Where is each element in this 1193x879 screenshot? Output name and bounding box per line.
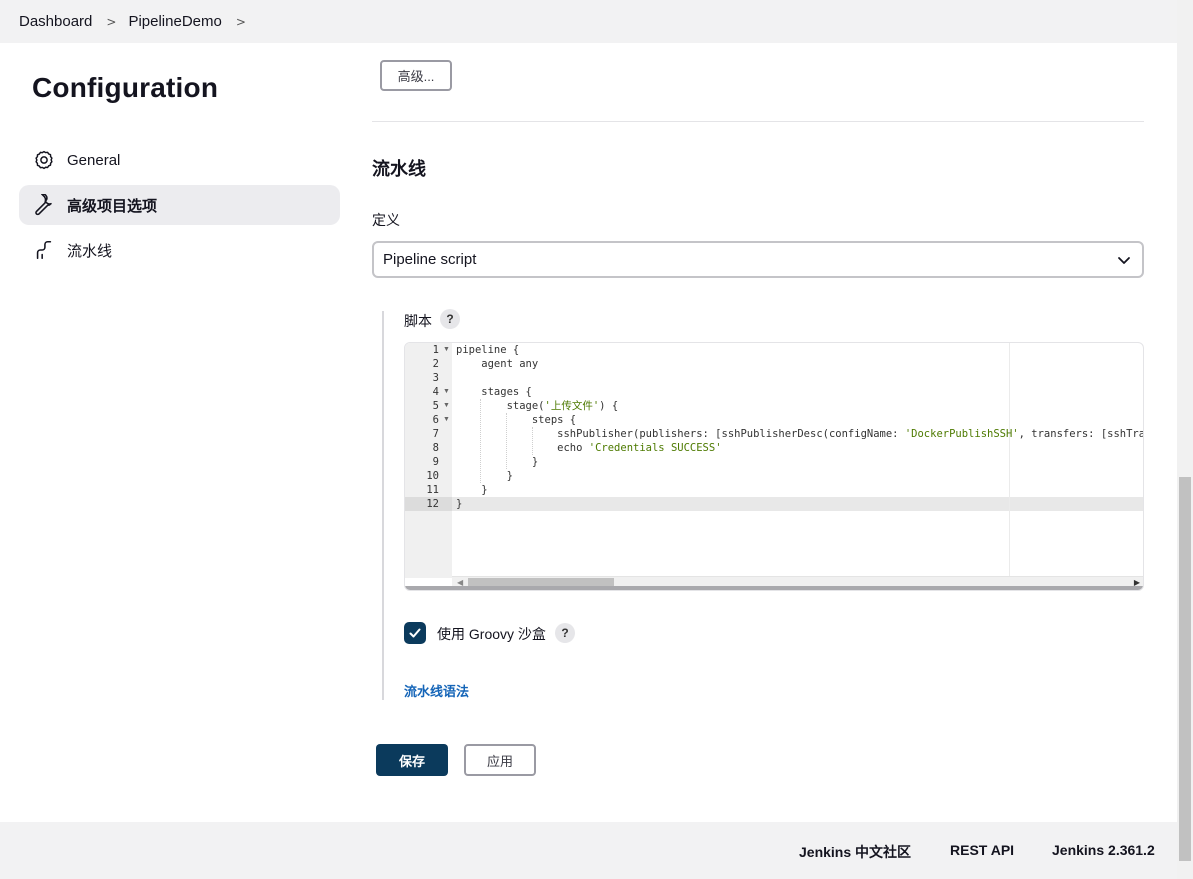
- page-title: Configuration: [32, 72, 219, 103]
- section-title-pipeline: 流水线: [372, 159, 426, 179]
- chevron-down-icon: [1118, 257, 1130, 264]
- print-margin: [1009, 343, 1010, 576]
- code-area[interactable]: pipeline { agent any stages { stage('上传文…: [452, 343, 1143, 578]
- editor-resize-handle[interactable]: [405, 586, 1143, 590]
- code-text: sshPublisher(publishers: [sshPublisherDe…: [456, 428, 905, 440]
- sidebar-item-label: 流水线: [67, 242, 113, 260]
- code-text: stage(: [456, 400, 545, 412]
- wrench-icon: [33, 194, 55, 216]
- breadcrumb-pipelinedemo[interactable]: PipelineDemo: [128, 13, 221, 30]
- chevron-right-icon[interactable]: >: [236, 15, 246, 29]
- definition-label: 定义: [372, 212, 400, 228]
- footer-version-link[interactable]: Jenkins 2.361.2: [1052, 842, 1155, 858]
- code-string: '上传文件': [544, 400, 600, 412]
- advanced-button[interactable]: 高级...: [380, 60, 452, 91]
- groovy-sandbox-label[interactable]: 使用 Groovy 沙盒: [437, 624, 546, 644]
- script-editor[interactable]: 1 2 3 4 5 6 7 8 9 10 11 12 ▼ ▼ ▼ ▼ pipel…: [404, 342, 1144, 591]
- code-line: sshPublisher(publishers: [sshPublisherDe…: [456, 427, 1143, 441]
- fold-arrow-icon[interactable]: ▼: [443, 413, 450, 427]
- code-line: stage('上传文件') {: [456, 399, 619, 413]
- line-number: 5: [432, 400, 439, 412]
- sidebar-item-label: 高级项目选项: [67, 197, 158, 215]
- help-icon[interactable]: ?: [440, 309, 460, 329]
- fold-arrow-icon[interactable]: ▼: [443, 385, 450, 399]
- pipeline-icon: [33, 239, 55, 261]
- sidebar-item-advanced-options[interactable]: 高级项目选项: [19, 185, 340, 225]
- breadcrumb: Dashboard > PipelineDemo >: [0, 0, 1177, 43]
- footer-rest-api-link[interactable]: REST API: [950, 842, 1014, 858]
- code-line: pipeline {: [456, 344, 520, 356]
- line-number: 7: [432, 428, 439, 440]
- line-number: 10: [426, 470, 439, 482]
- code-line: }: [456, 498, 463, 510]
- code-line: }: [456, 456, 539, 468]
- code-text: echo: [456, 442, 589, 454]
- groovy-sandbox-checkbox[interactable]: [404, 622, 426, 644]
- code-string: 'DockerPublishSSH': [904, 428, 1019, 440]
- line-number: 2: [432, 358, 439, 370]
- line-number: 4: [432, 386, 439, 398]
- line-number: 8: [432, 442, 439, 454]
- line-number: 6: [432, 414, 439, 426]
- apply-button[interactable]: 应用: [464, 744, 536, 776]
- code-line: agent any: [456, 358, 539, 370]
- code-line: }: [456, 470, 513, 482]
- code-line: steps {: [456, 414, 577, 426]
- code-line: stages {: [456, 386, 532, 398]
- line-number: 3: [432, 372, 439, 384]
- nested-section-bar: [382, 311, 384, 700]
- scrollbar-thumb[interactable]: [1179, 477, 1191, 861]
- definition-select-value: Pipeline script: [383, 251, 477, 268]
- help-icon[interactable]: ?: [555, 623, 575, 643]
- pipeline-syntax-link[interactable]: 流水线语法: [404, 681, 469, 700]
- section-divider: [372, 121, 1144, 122]
- code-line: }: [456, 484, 488, 496]
- breadcrumb-dashboard[interactable]: Dashboard: [19, 13, 92, 30]
- code-text: ) {: [599, 400, 619, 412]
- line-number: 9: [432, 456, 439, 468]
- gear-icon: [33, 149, 55, 171]
- sidebar-item-pipeline[interactable]: 流水线: [19, 230, 340, 270]
- footer: Jenkins 中文社区 REST API Jenkins 2.361.2: [0, 822, 1177, 879]
- fold-arrow-icon[interactable]: ▼: [443, 343, 450, 357]
- page-vertical-scrollbar[interactable]: [1177, 0, 1193, 879]
- footer-community-link[interactable]: Jenkins 中文社区: [799, 842, 911, 862]
- script-label: 脚本: [404, 313, 432, 329]
- line-number: 12: [426, 498, 439, 510]
- code-string: 'Credentials SUCCESS': [588, 442, 722, 454]
- code-text: , transfers: [sshTra: [1018, 428, 1143, 440]
- line-number: 11: [426, 484, 439, 496]
- sidebar-item-label: General: [67, 151, 121, 169]
- checkmark-icon: [409, 628, 421, 638]
- chevron-right-icon: >: [106, 14, 117, 29]
- code-line: echo 'Credentials SUCCESS': [456, 441, 722, 455]
- sidebar-item-general[interactable]: General: [19, 140, 340, 180]
- line-number: 1: [432, 344, 439, 356]
- definition-select[interactable]: Pipeline script: [372, 241, 1144, 278]
- save-button[interactable]: 保存: [376, 744, 448, 776]
- fold-arrow-icon[interactable]: ▼: [443, 399, 450, 413]
